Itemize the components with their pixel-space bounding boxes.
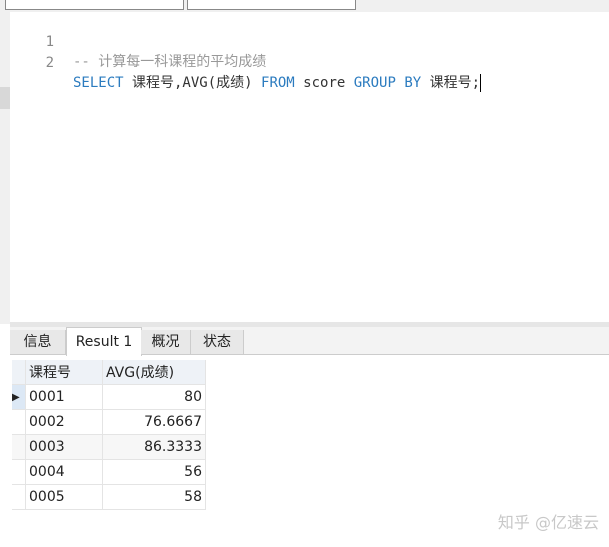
cell[interactable]: 76.6667	[102, 409, 206, 435]
row-indicator-icon: ▶	[12, 384, 26, 410]
column-header[interactable]: AVG(成绩)	[102, 360, 206, 385]
cell[interactable]: 86.3333	[102, 434, 206, 460]
table-row[interactable]: 0005 58	[12, 484, 206, 510]
sql-comment: -- 计算每一科课程的平均成绩	[73, 54, 267, 70]
keyword: FROM	[261, 75, 295, 91]
left-strip	[0, 12, 10, 324]
cell[interactable]: 56	[102, 459, 206, 485]
header-row: 课程号 AVG(成绩)	[12, 360, 206, 385]
text-cursor	[480, 74, 482, 92]
cell[interactable]: 0005	[25, 484, 103, 510]
connection-select[interactable]	[5, 0, 184, 10]
sql-editor[interactable]: 1 -- 计算每一科课程的平均成绩 2 SELECT 课程号,AVG(成绩) F…	[10, 12, 609, 324]
cell[interactable]: 0004	[25, 459, 103, 485]
tab-status[interactable]: 状态	[191, 330, 244, 354]
cell[interactable]: 0003	[25, 434, 103, 460]
result-grid: 课程号 AVG(成绩) ▶ 0001 80 0002 76.6667 0003 …	[12, 360, 206, 510]
database-select[interactable]	[187, 0, 356, 10]
code-text: 课程号;	[421, 75, 481, 91]
code-text: 课程号,AVG(成绩)	[123, 75, 262, 91]
keyword: SELECT	[73, 75, 124, 91]
line-number: 2	[45, 55, 54, 71]
tab-result-1[interactable]: Result 1	[66, 327, 142, 356]
table-row[interactable]: 0004 56	[12, 459, 206, 485]
line-number: 1	[45, 34, 54, 50]
table-row[interactable]: 0002 76.6667	[12, 409, 206, 435]
code-line: 2 SELECT 课程号,AVG(成绩) FROM score GROUP BY…	[10, 33, 482, 92]
column-header[interactable]: 课程号	[25, 360, 103, 385]
code-line: 1 -- 计算每一科课程的平均成绩	[10, 12, 267, 70]
watermark: 知乎 @亿速云	[497, 513, 599, 532]
tab-info[interactable]: 信息	[10, 330, 66, 354]
cell[interactable]: 58	[102, 484, 206, 510]
tab-overview[interactable]: 概况	[141, 330, 191, 354]
collapse-handle[interactable]	[0, 87, 10, 109]
table-row[interactable]: 0003 86.3333	[12, 434, 206, 460]
table-row[interactable]: ▶ 0001 80	[12, 384, 206, 410]
keyword: GROUP BY	[353, 75, 422, 91]
toolbar	[0, 0, 609, 12]
result-tabs: 信息 Result 1 概况 状态	[10, 327, 609, 356]
code-text: score	[294, 75, 354, 91]
cell[interactable]: 0002	[25, 409, 103, 435]
cell[interactable]: 0001	[25, 384, 103, 410]
cell[interactable]: 80	[102, 384, 206, 410]
